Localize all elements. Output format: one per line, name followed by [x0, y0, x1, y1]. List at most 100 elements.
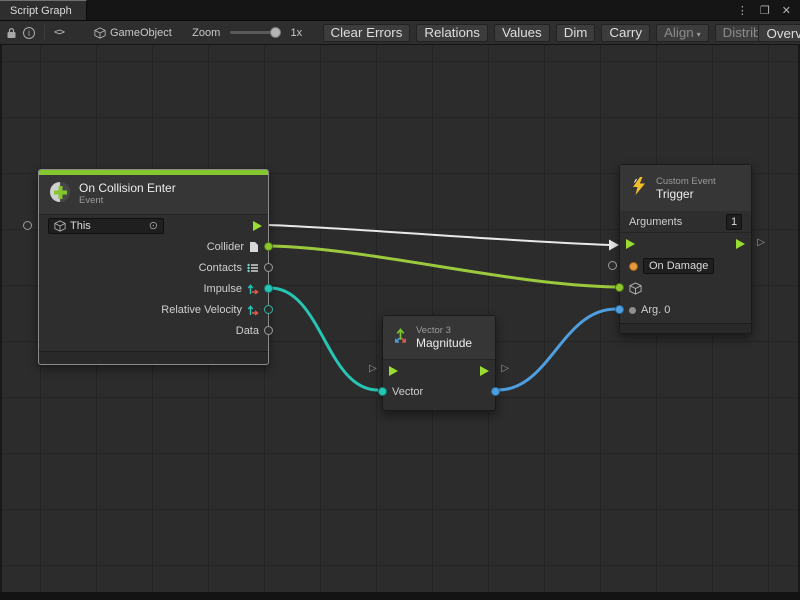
toolbar-separator: [44, 25, 45, 40]
collider-output-port[interactable]: [264, 242, 273, 251]
overview-button[interactable]: Overv: [758, 24, 800, 42]
maximize-icon[interactable]: ❐: [760, 4, 770, 17]
arguments-row: Arguments 1: [620, 211, 751, 233]
object-picker-icon[interactable]: ⊙: [149, 219, 158, 232]
port-row-impulse: Impulse: [39, 278, 268, 299]
vector-input-row: Vector: [383, 381, 495, 402]
node-on-collision-enter[interactable]: On Collision Enter Event This ⊙ Collider…: [38, 169, 269, 365]
port-row-collider: Collider: [39, 236, 268, 257]
close-icon[interactable]: ✕: [782, 4, 791, 17]
window-controls: ⋮ ❐ ✕: [737, 0, 800, 20]
chevron-down-icon: [697, 25, 701, 40]
node-footer: [620, 323, 751, 333]
magnitude-output-port[interactable]: [491, 387, 500, 396]
self-input-port[interactable]: [23, 221, 32, 230]
flow-in-port[interactable]: [389, 366, 398, 376]
connection-collider[interactable]: [270, 246, 616, 287]
relations-button[interactable]: Relations: [416, 24, 488, 42]
align-dropdown[interactable]: Align: [656, 24, 709, 42]
list-icon: [247, 263, 259, 273]
cube-icon: [94, 27, 106, 39]
target-field[interactable]: This ⊙: [48, 218, 164, 234]
event-icon: [48, 180, 72, 209]
connection-flow-arrowhead: [609, 240, 619, 251]
window-bottom-edge: [0, 592, 800, 600]
info-icon[interactable]: [23, 25, 35, 41]
graph-canvas[interactable]: On Collision Enter Event This ⊙ Collider…: [0, 45, 800, 592]
string-port-icon: [629, 262, 638, 271]
port-label: Contacts: [199, 262, 242, 274]
target-value: This: [70, 220, 91, 232]
tab-script-graph[interactable]: Script Graph: [0, 0, 87, 20]
target-input-port[interactable]: [615, 283, 624, 292]
port-row-relative-velocity: Relative Velocity: [39, 299, 268, 320]
node-title: Trigger: [656, 188, 716, 201]
vector3-icon: [247, 283, 259, 295]
impulse-output-port[interactable]: [264, 284, 273, 293]
flow-row: [620, 233, 751, 255]
port-label: Data: [236, 325, 259, 337]
event-name-input-port[interactable]: [608, 261, 617, 270]
flow-in-port[interactable]: [626, 239, 635, 249]
gameobject-label: GameObject: [110, 27, 172, 39]
event-name-field[interactable]: On Damage: [643, 258, 714, 274]
node-subtitle: Event: [79, 195, 176, 207]
flow-out-indicator-icon[interactable]: ▷: [757, 238, 765, 248]
port-label: Impulse: [203, 283, 242, 295]
flow-out-port[interactable]: [253, 221, 262, 231]
arg0-row: Arg. 0: [620, 299, 751, 321]
cube-icon: [54, 220, 66, 232]
port-label: Relative Velocity: [161, 304, 242, 316]
event-name-row: On Damage: [620, 255, 751, 277]
flow-out-port[interactable]: [480, 366, 489, 376]
port-label: Collider: [207, 241, 244, 253]
port-label: Vector: [392, 386, 423, 398]
node-vector3-magnitude[interactable]: Vector 3 Magnitude Vector ▷ ▷: [382, 315, 496, 411]
port-row-data: Data: [39, 320, 268, 341]
node-category: Custom Event: [656, 176, 716, 188]
connection-magnitude-arg[interactable]: [498, 309, 616, 390]
cube-icon: [629, 282, 642, 295]
flow-in-indicator-icon[interactable]: ▷: [369, 364, 377, 374]
node-custom-event-trigger[interactable]: Custom Event Trigger Arguments 1 On Dama…: [619, 164, 752, 334]
arguments-label: Arguments: [629, 216, 682, 228]
zoom-value: 1x: [291, 27, 303, 39]
dim-button[interactable]: Dim: [556, 24, 596, 42]
zoom-slider[interactable]: [230, 31, 280, 34]
target-row: This ⊙: [39, 215, 268, 236]
tab-label: Script Graph: [10, 5, 72, 17]
node-footer: [39, 351, 268, 364]
port-row-contacts: Contacts: [39, 257, 268, 278]
arg-port-icon: [629, 307, 636, 314]
zoom-slider-knob[interactable]: [270, 27, 281, 38]
arg0-input-port[interactable]: [615, 305, 624, 314]
target-row: [620, 277, 751, 299]
zoom-label: Zoom: [192, 27, 220, 39]
lock-icon[interactable]: [6, 25, 17, 41]
lightning-icon: [629, 176, 649, 201]
values-button[interactable]: Values: [494, 24, 550, 42]
flow-row: [383, 360, 495, 381]
carry-button[interactable]: Carry: [601, 24, 650, 42]
tab-bar: Script Graph ⋮ ❐ ✕: [0, 0, 800, 21]
gameobject-selector[interactable]: GameObject: [94, 27, 172, 39]
node-title: On Collision Enter: [79, 182, 176, 195]
arguments-field[interactable]: 1: [726, 214, 742, 230]
window-menu-icon[interactable]: ⋮: [737, 4, 748, 17]
clear-errors-button[interactable]: Clear Errors: [323, 24, 411, 42]
vector-input-port[interactable]: [378, 387, 387, 396]
file-icon: [249, 241, 259, 253]
data-output-port[interactable]: [264, 326, 273, 335]
contacts-output-port[interactable]: [264, 263, 273, 272]
node-title: Magnitude: [416, 337, 472, 350]
graph-toolbar: <> GameObject Zoom 1x Clear Errors Relat…: [0, 21, 800, 45]
connection-impulse-vector[interactable]: [270, 288, 378, 390]
arg-label: Arg. 0: [641, 304, 670, 316]
flow-out-indicator-icon[interactable]: ▷: [501, 364, 509, 374]
relative-velocity-output-port[interactable]: [264, 305, 273, 314]
flow-out-port[interactable]: [736, 239, 745, 249]
vector3-icon: [247, 304, 259, 316]
vector3-icon: [392, 327, 409, 349]
connection-flow[interactable]: [269, 225, 610, 245]
code-icon[interactable]: <>: [54, 25, 64, 41]
